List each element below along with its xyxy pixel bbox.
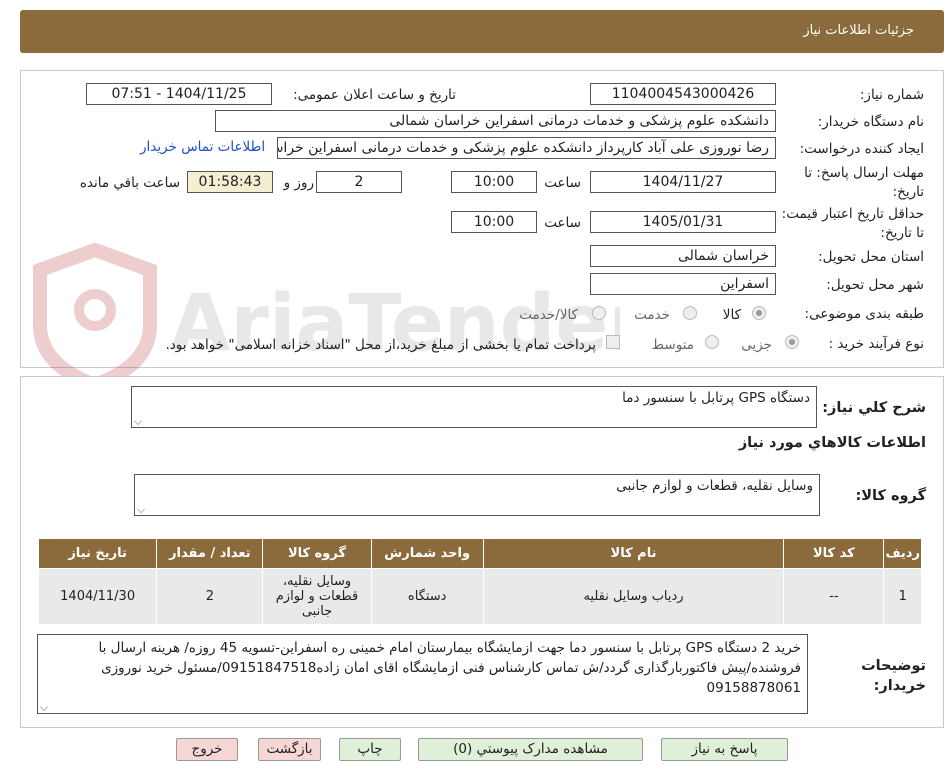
requester-field: رضا نوروزی علی آباد کارپرداز دانشکده علو… <box>277 137 776 159</box>
category-label: طبقه بندی موضوعی: <box>804 306 924 322</box>
resize-grip-icon[interactable] <box>40 703 48 711</box>
remaining-time-field: 01:58:43 <box>187 171 273 193</box>
deadline-label: مهلت ارسال پاسخ: تا تاریخ: <box>804 165 924 200</box>
col-header-quantity: تعداد / مقدار <box>156 538 264 569</box>
deadline-time-field: 10:00 <box>451 171 537 193</box>
buyer-org-field: دانشکده علوم پزشکی و خدمات درمانی اسفرای… <box>215 110 776 132</box>
validity-time-field: 10:00 <box>451 211 537 233</box>
view-attachments-button[interactable]: مشاهده مدارک پيوستي (0) <box>418 738 643 761</box>
items-heading: اطلاعات کالاهاي مورد نياز <box>738 435 926 451</box>
col-header-group: گروه کالا <box>262 538 372 569</box>
process-radio-medium[interactable] <box>705 335 719 349</box>
page-title: جزئیات اطلاعات نیاز <box>803 23 914 38</box>
province-label: استان محل تحویل: <box>818 249 924 265</box>
col-header-unit: واحد شمارش <box>370 538 484 569</box>
process-option-minor: جزیی <box>741 337 772 353</box>
resize-grip-icon[interactable] <box>137 505 145 513</box>
cell-quantity: 2 <box>156 568 264 625</box>
validity-label: حداقل تاریخ اعتبار قیمت: تا تاریخ: <box>781 206 924 241</box>
cell-item-name: ردیاب وسایل نقلیه <box>482 568 785 625</box>
process-option-medium: متوسط <box>651 337 694 353</box>
reply-button[interactable]: پاسخ به نياز <box>661 738 788 761</box>
cell-item-code: -- <box>783 568 885 625</box>
items-table-header: رديف کد کالا نام کالا واحد شمارش گروه کا… <box>37 538 922 569</box>
summary-text: دستگاه GPS پرتابل با سنسور دما <box>622 390 810 406</box>
process-label: نوع فرآیند خرید : <box>828 336 924 352</box>
col-header-code: کد کالا <box>783 538 885 569</box>
back-button[interactable]: بازگشت <box>258 738 321 761</box>
buyer-notes-textarea[interactable]: خرید 2 دستگاه GPS پرتابل با سنسور دما جه… <box>37 634 808 714</box>
announce-field: 1404/11/25 - 07:51 <box>86 83 272 105</box>
col-header-name: نام کالا <box>482 538 785 569</box>
announce-label: تاریخ و ساعت اعلان عمومی: <box>293 87 456 103</box>
buyer-notes-text: خرید 2 دستگاه GPS پرتابل با سنسور دما جه… <box>98 640 802 696</box>
category-radio-both[interactable] <box>592 306 606 320</box>
days-remaining-field: 2 <box>316 171 402 193</box>
deadline-time-label: ساعت <box>544 175 581 191</box>
category-radio-service[interactable] <box>683 306 697 320</box>
col-header-date: تاريخ نياز <box>37 538 158 569</box>
goods-group-textarea[interactable]: وسایل نقلیه، قطعات و لوازم جانبی <box>134 474 820 516</box>
goods-group-label: گروه کالا: <box>855 488 926 504</box>
page-header: جزئیات اطلاعات نیاز <box>20 10 944 53</box>
process-radio-minor[interactable] <box>785 335 799 349</box>
deadline-date-field: 1404/11/27 <box>590 171 776 193</box>
validity-date-field: 1405/01/31 <box>590 211 776 233</box>
resize-grip-icon[interactable] <box>134 417 142 425</box>
buyer-contact-link[interactable]: اطلاعات تماس خریدار <box>140 139 265 155</box>
cell-need-date: 1404/11/30 <box>37 568 158 625</box>
need-number-field: 1104004543000426 <box>590 83 776 105</box>
items-table: رديف کد کالا نام کالا واحد شمارش گروه کا… <box>37 538 922 625</box>
remaining-time-label: ساعت باقي مانده <box>79 175 180 191</box>
summary-textarea[interactable]: دستگاه GPS پرتابل با سنسور دما <box>131 386 817 428</box>
treasury-bonds-checkbox[interactable] <box>606 335 620 349</box>
need-number-label: شماره نیاز: <box>859 87 924 103</box>
table-row: 1 -- ردیاب وسایل نقلیه دستگاه وسایل نقلی… <box>37 568 922 625</box>
print-button[interactable]: چاپ <box>339 738 401 761</box>
buyer-org-label: نام دستگاه خریدار: <box>817 114 924 130</box>
cell-unit: دستگاه <box>370 568 484 625</box>
category-option-service: خدمت <box>634 307 670 323</box>
days-label: روز و <box>283 175 314 191</box>
category-radio-goods[interactable] <box>752 306 766 320</box>
province-field: خراسان شمالی <box>590 245 776 267</box>
city-label: شهر محل تحویل: <box>826 277 924 293</box>
validity-time-label: ساعت <box>544 215 581 231</box>
goods-group-text: وسایل نقلیه، قطعات و لوازم جانبی <box>616 478 813 494</box>
requester-label: ایجاد کننده درخواست: <box>799 141 924 157</box>
cell-row-number: 1 <box>883 568 922 625</box>
category-option-both: کالا/خدمت <box>519 307 578 323</box>
summary-label: شرح کلي نياز: <box>822 400 926 416</box>
category-option-goods: کالا <box>722 307 741 323</box>
treasury-note: پرداخت تمام یا بخشی از مبلغ خرید،از محل … <box>165 337 596 353</box>
city-field: اسفراین <box>590 273 776 295</box>
cell-group: وسایل نقلیه، قطعات و لوازم جانبی <box>262 568 372 625</box>
exit-button[interactable]: خروج <box>176 738 238 761</box>
col-header-row: رديف <box>883 538 922 569</box>
buyer-notes-label: توضيحات خريدار: <box>861 658 926 694</box>
